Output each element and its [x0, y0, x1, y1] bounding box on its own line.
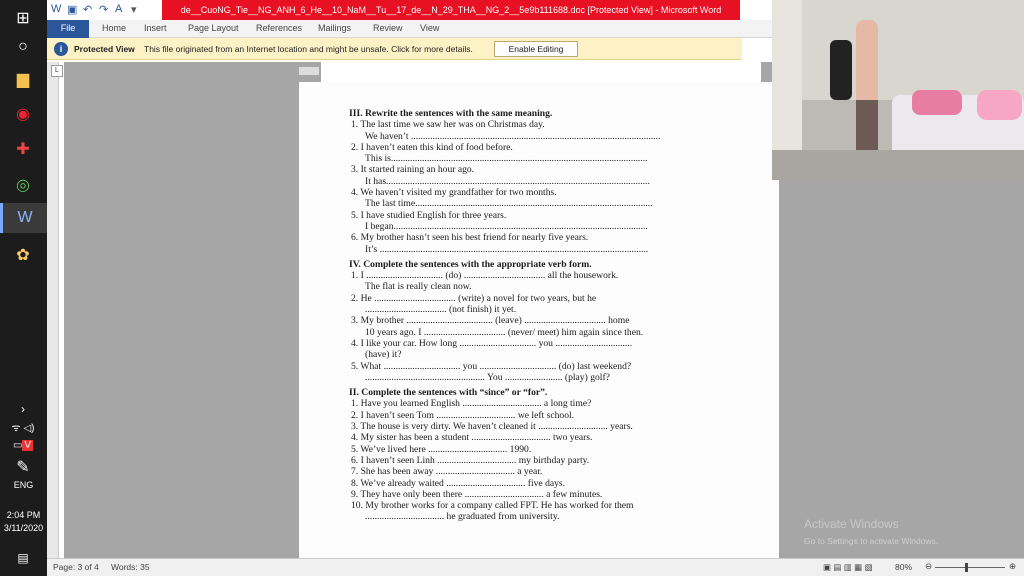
tab-selector[interactable]: L: [51, 65, 63, 77]
exercise-question: 2. I haven’t eaten this kind of food bef…: [351, 141, 513, 153]
paint-icon[interactable]: ✿: [10, 242, 36, 268]
windows-start-icon[interactable]: ⊞: [10, 5, 36, 31]
section-heading: II. Complete the sentences with “since” …: [349, 387, 548, 399]
font-icon[interactable]: A: [115, 3, 122, 15]
exercise-question: 3. The house is very dirty. We haven’t c…: [351, 421, 633, 433]
wall: [772, 0, 1024, 100]
exercise-answer-line: I began.................................…: [365, 220, 648, 232]
customize-toolbar-icon[interactable]: ▾: [131, 3, 137, 16]
exercise-question: 3. My brother ..........................…: [351, 315, 630, 327]
pink-pillow: [912, 90, 962, 115]
section-heading: III. Rewrite the sentences with the same…: [349, 108, 553, 119]
exercise-question: 6. My brother hasn’t seen his best frien…: [351, 232, 589, 244]
zoom-slider-thumb[interactable]: [965, 563, 968, 572]
activate-windows-title: Activate Windows: [804, 517, 899, 531]
windows-taskbar: ⊞ ○ ▆ ◉ ✚ ◎ W ✿ › ᯤ ◁) ▭ V ✎ ENG 2:04 PM…: [0, 0, 47, 576]
exercise-question: 4. My sister has been a student ........…: [351, 432, 593, 444]
redo-icon[interactable]: ↷: [99, 3, 108, 16]
exercise-question: 7. She has been away ...................…: [351, 466, 543, 478]
window-title: de__CuoNG_Tie__NG_ANH_6_He__10_NaM__Tu__…: [162, 0, 740, 20]
enable-editing-button[interactable]: Enable Editing: [494, 41, 578, 57]
tab-view[interactable]: View: [420, 20, 439, 38]
tab-file[interactable]: File: [47, 20, 89, 38]
app-icon-red[interactable]: ◉: [10, 101, 36, 127]
section-heading: IV. Complete the sentences with the appr…: [349, 258, 592, 270]
exercise-question: 5. We’ve lived here ....................…: [351, 443, 532, 455]
tab-references[interactable]: References: [256, 20, 302, 38]
exercise-question: 8. We’ve already waited ................…: [351, 477, 566, 489]
exercise-question: 3. It started raining an hour ago.: [351, 164, 475, 176]
tab-page-layout[interactable]: Page Layout: [188, 20, 239, 38]
zoom-in-icon[interactable]: ⊕: [1009, 561, 1016, 572]
clock[interactable]: 2:04 PM 3/11/2020: [0, 509, 47, 535]
webcam-overlay: [772, 0, 1024, 180]
save-icon[interactable]: ▣: [67, 3, 77, 16]
zoom-out-icon[interactable]: ⊖: [925, 561, 932, 572]
tab-mailings[interactable]: Mailings: [318, 20, 351, 38]
word-app-icon[interactable]: W: [51, 3, 61, 15]
zoom-level[interactable]: 80%: [895, 562, 912, 572]
tab-review[interactable]: Review: [373, 20, 403, 38]
exercise-answer-line: The last time...........................…: [365, 198, 653, 210]
clock-date: 3/11/2020: [3, 523, 44, 533]
vertical-ruler: [47, 62, 59, 558]
activate-windows-subtitle: Go to Settings to activate Windows.: [804, 536, 939, 546]
exercise-question: 10. My brother works for a company calle…: [351, 500, 634, 512]
pen-icon[interactable]: ✎: [10, 454, 36, 480]
exercise-answer-line: The flat is really clean now.: [365, 281, 472, 293]
exercise-question: 1. I ................................ (d…: [351, 270, 619, 282]
exercise-answer-line: 10 years ago. I ........................…: [365, 326, 644, 338]
exercise-question: 4. I like your car. How long ...........…: [351, 337, 633, 349]
word-taskbar-icon[interactable]: W: [0, 203, 47, 233]
chrome-icon[interactable]: ◎: [10, 172, 36, 198]
exercise-question: 4. We haven’t visited my grandfather for…: [351, 187, 557, 199]
zoom-slider[interactable]: [935, 567, 1005, 568]
exercise-question: 1. Have you learned English ............…: [351, 398, 592, 410]
protected-view-message[interactable]: This file originated from an Internet lo…: [144, 44, 473, 54]
exercise-answer-line: .................................. (not …: [365, 304, 517, 316]
exercise-question: 5. What ................................…: [351, 360, 632, 372]
person-dark: [830, 40, 852, 100]
horizontal-ruler-marker[interactable]: [299, 67, 319, 75]
undo-icon[interactable]: ↶: [83, 3, 92, 16]
exercise-answer-line: We haven’t .............................…: [365, 130, 661, 142]
exercise-answer-line: (have) it?: [365, 349, 402, 361]
notification-icon[interactable]: ▤: [10, 545, 36, 571]
exercise-answer-line: This is.................................…: [365, 153, 648, 165]
exercise-question: 6. I haven’t seen Linh .................…: [351, 454, 590, 466]
document-content: III. Rewrite the sentences with the same…: [349, 107, 749, 523]
floor: [772, 150, 1024, 180]
language-indicator[interactable]: ENG: [0, 480, 47, 490]
exercise-question: 5. I have studied English for three year…: [351, 209, 507, 221]
exercise-question: 2. He ..................................…: [351, 292, 597, 304]
clock-time: 2:04 PM: [6, 510, 41, 520]
exercise-answer-line: ........................................…: [365, 371, 610, 383]
page-count[interactable]: Page: 3 of 4: [53, 562, 99, 572]
app-icon-puzzle[interactable]: ✚: [10, 136, 36, 162]
shield-icon: i: [54, 42, 68, 56]
person-pink: [856, 20, 878, 105]
page-top-overlay: [321, 62, 761, 82]
word-count[interactable]: Words: 35: [111, 562, 150, 572]
view-buttons-icon[interactable]: ▣ ▤ ▥ ▦ ▧: [823, 562, 873, 573]
tab-insert[interactable]: Insert: [144, 20, 167, 38]
exercise-answer-line: ................................. he gra…: [365, 511, 560, 523]
exercise-question: 2. I haven’t seen Tom ..................…: [351, 409, 575, 421]
document-page[interactable]: III. Rewrite the sentences with the same…: [299, 82, 779, 558]
tab-home[interactable]: Home: [102, 20, 126, 38]
exercise-question: 9. They have only been there ...........…: [351, 488, 603, 500]
pink-toy: [977, 90, 1022, 120]
exercise-question: 1. The last time we saw her was on Chris…: [351, 119, 545, 131]
protected-view-label: Protected View: [74, 44, 135, 54]
protected-view-bar: i Protected View This file originated fr…: [47, 38, 742, 60]
file-explorer-icon[interactable]: ▆: [10, 66, 36, 92]
status-bar: Page: 3 of 4 Words: 35 ▣ ▤ ▥ ▦ ▧ 80% ⊖ ⊕: [47, 558, 1024, 576]
exercise-answer-line: It has..................................…: [365, 175, 650, 187]
exercise-answer-line: It’s ...................................…: [365, 243, 649, 255]
cortana-icon[interactable]: ○: [10, 34, 36, 60]
